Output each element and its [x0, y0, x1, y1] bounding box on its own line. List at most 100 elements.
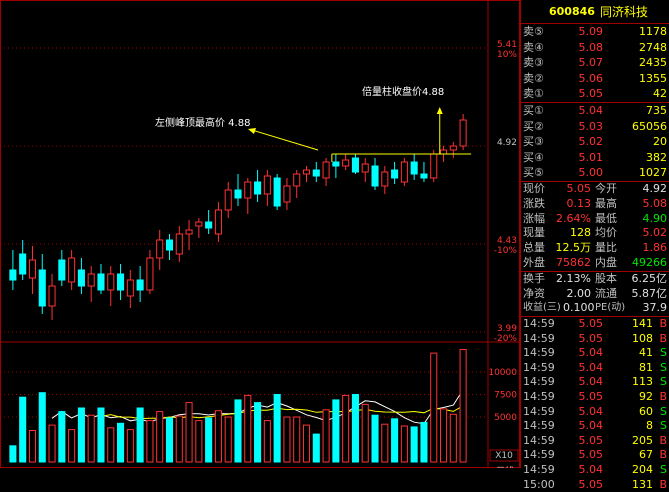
price-tick-label: 4.92 [497, 138, 517, 148]
tick-side: S [660, 419, 667, 433]
fundamental-value: 5.87亿 [631, 286, 668, 300]
quote-value: 12.5万 [555, 241, 592, 255]
order-volume: 2435 [639, 56, 667, 70]
volume-bar [136, 407, 144, 463]
tick-time: 14:59 [523, 390, 555, 404]
candle-body [126, 279, 134, 297]
fundamental-label: PE(动) [595, 302, 626, 314]
quote-value: 1.86 [642, 241, 668, 255]
peak-annotation-label: 左侧峰顶最高价 4.88 [155, 116, 250, 129]
order-label: 买② [523, 119, 544, 133]
candle-body [165, 239, 174, 251]
order-label: 买③ [523, 135, 544, 149]
order-label: 卖② [523, 71, 544, 85]
tick-side: S [660, 375, 667, 389]
candle-body [185, 229, 193, 235]
volume-bar [58, 411, 66, 463]
candle-body [214, 209, 222, 235]
quote-panel: 600846 同济科技 卖⑤ 5.09 1178 卖④ 5.08 2748 卖③ 5.07 24… [520, 0, 669, 491]
quote-value: 49266 [632, 255, 667, 269]
quote-value: 5.08 [642, 196, 668, 210]
candle-body [342, 159, 350, 167]
tick-row: 14:59 5.04 41 S [521, 346, 669, 361]
volume-bar [273, 394, 281, 463]
price-axis: 5.4110% 4.92 4.43-10% 3.99-20% [494, 40, 518, 344]
candle-body [58, 259, 66, 281]
tick-row: 14:59 5.04 113 S [521, 375, 669, 390]
price-tick-label: 3.99 [497, 324, 517, 334]
tick-time: 14:59 [523, 404, 555, 418]
order-volume: 1027 [639, 166, 667, 180]
candle-body [351, 157, 359, 173]
tick-row: 14:59 5.04 8 S [521, 419, 669, 434]
volume-bar [19, 396, 27, 463]
order-row: 买② 5.03 65056 [521, 119, 669, 135]
candle-body [371, 165, 379, 187]
tick-time: 14:59 [523, 360, 555, 374]
volume-bar [38, 392, 46, 463]
volume-tick-label: 7500 [494, 391, 517, 401]
tick-price: 5.05 [578, 390, 604, 404]
tick-price: 5.04 [578, 463, 604, 477]
quote-value: 0.13 [566, 196, 592, 210]
order-volume: 1178 [639, 25, 667, 38]
tick-row: 14:59 5.04 204 S [521, 463, 669, 478]
order-row: 卖① 5.05 42 [521, 86, 669, 102]
candle-body [9, 269, 17, 281]
volume-bar [165, 417, 174, 463]
fundamental-row: 净资 2.00 流通 5.87亿 [521, 287, 669, 302]
volume-bar [381, 423, 389, 463]
tick-time: 14:59 [523, 375, 555, 389]
order-price: 5.00 [578, 166, 604, 180]
volume-bar [146, 420, 154, 463]
tick-price: 5.05 [578, 331, 604, 345]
volume-bar [400, 425, 408, 463]
pct-tick-label: -20% [494, 334, 518, 344]
order-price: 5.04 [578, 103, 604, 117]
volume-bar [263, 420, 271, 463]
tick-time: 14:59 [523, 433, 555, 447]
tick-row: 14:59 5.05 141 B [521, 317, 669, 332]
tick-time: 15:00 [523, 477, 555, 491]
tick-time: 14:59 [523, 419, 555, 433]
candle-body [254, 181, 262, 195]
fundamental-label: 换手 [523, 271, 545, 285]
order-price: 5.09 [578, 25, 604, 38]
volume-bar [439, 408, 448, 463]
candle-body [77, 269, 85, 287]
stock-name: 同济科技 [599, 5, 648, 19]
quote-value: 75862 [556, 255, 591, 269]
volume-bar [175, 415, 183, 463]
tick-list: 14:59 5.05 141 B 14:59 5.05 108 B 14:59 5.04 41 S 14… [521, 317, 669, 492]
tick-side: B [659, 331, 667, 345]
quote-label: 内盘 [595, 255, 617, 269]
tick-side: B [659, 448, 667, 462]
tick-volume: 205 [632, 433, 653, 447]
chart-grid [0, 0, 520, 468]
order-label: 卖⑤ [523, 25, 544, 38]
stock-header: 600846 同济科技 [521, 0, 669, 24]
order-row: 买⑤ 5.00 1027 [521, 165, 669, 181]
tick-time: 14:59 [523, 448, 555, 462]
tick-side: B [659, 317, 667, 331]
candle-body [234, 189, 242, 199]
candle-body [19, 253, 27, 275]
candle-body [87, 273, 95, 287]
tick-side: B [659, 477, 667, 491]
volume-bar [391, 418, 399, 463]
order-price: 5.03 [578, 119, 604, 133]
candle-body [136, 279, 144, 291]
candlestick-series [9, 114, 467, 320]
order-row: 买④ 5.01 382 [521, 150, 669, 166]
candle-body [283, 185, 291, 203]
tick-row: 14:59 5.05 108 B [521, 332, 669, 347]
fundamental-label: 收益(三) [523, 302, 561, 314]
quote-value: 2.64% [556, 211, 591, 225]
candle-body [273, 177, 281, 207]
tick-row: 14:59 5.04 81 S [521, 361, 669, 376]
candle-body [107, 273, 115, 291]
volume-bar [312, 433, 320, 463]
kline-chart[interactable]: 5.4110% 4.92 4.43-10% 3.99-20% 10000 7500 500… [0, 0, 520, 468]
order-label: 买④ [523, 150, 544, 164]
order-row: 卖⑤ 5.09 1178 [521, 24, 669, 40]
